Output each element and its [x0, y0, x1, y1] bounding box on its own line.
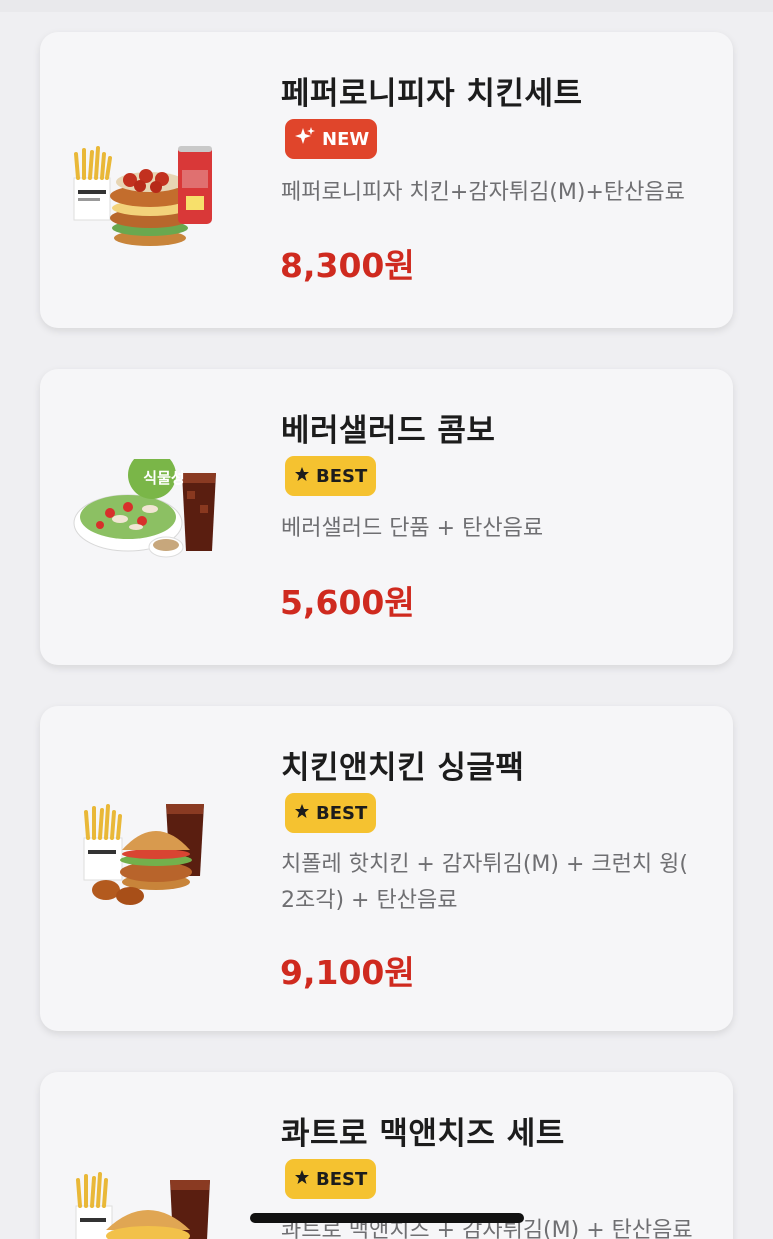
- quattro-mac-and-cheese-set-image: [75, 1172, 210, 1239]
- best-badge: BEST: [285, 1159, 376, 1199]
- plant-based-tag: 식물성: [136, 467, 192, 488]
- menu-item-price: 9,100원: [280, 953, 415, 992]
- menu-item-description: 베러샐러드 단품 + 탄산음료: [281, 516, 544, 541]
- menu-item-title: 콰트로 맥앤치즈 세트: [281, 1116, 565, 1152]
- plant-based-tag-label: 식물성: [143, 469, 185, 487]
- star-icon: [294, 803, 310, 824]
- pepperoni-pizza-chicken-set-image: [73, 146, 212, 246]
- menu-item-title: 베러샐러드 콤보: [281, 413, 496, 449]
- menu-screen: 페퍼로니피자 치킨세트 NEW 페퍼로니피자 치킨+감자튀김(M)+탄산음료 8…: [0, 0, 773, 1239]
- badge-label: NEW: [322, 128, 370, 150]
- menu-card-better-salad-combo[interactable]: 식물성 베러샐러드 콤보 BEST 베러샐러드 단품 + 탄산음료 5,600원: [40, 369, 733, 665]
- badge-label: BEST: [316, 465, 368, 487]
- menu-item-price: 8,300원: [280, 246, 415, 285]
- menu-card-pepperoni-pizza-chicken-set[interactable]: 페퍼로니피자 치킨세트 NEW 페퍼로니피자 치킨+감자튀김(M)+탄산음료 8…: [40, 32, 733, 328]
- home-indicator[interactable]: [250, 1213, 524, 1223]
- sparkle-icon: [294, 126, 316, 153]
- menu-item-price: 5,600원: [280, 583, 415, 622]
- star-icon: [294, 1169, 310, 1190]
- top-edge: [0, 0, 773, 12]
- badge-label: BEST: [316, 802, 368, 824]
- menu-card-chicken-and-chicken-single-pack[interactable]: 치킨앤치킨 싱글팩 BEST 치폴레 핫치킨 + 감자튀김(M) + 크런치 윙…: [40, 706, 733, 1031]
- star-icon: [294, 466, 310, 487]
- menu-item-description: 치폴레 핫치킨 + 감자튀김(M) + 크런치 윙( 2조각) + 탄산음료: [281, 852, 688, 913]
- new-badge: NEW: [285, 119, 377, 159]
- menu-item-title: 페퍼로니피자 치킨세트: [281, 76, 583, 112]
- menu-item-title: 치킨앤치킨 싱글팩: [281, 750, 525, 786]
- best-badge: BEST: [285, 793, 376, 833]
- badge-label: BEST: [316, 1168, 368, 1190]
- menu-item-description: 페퍼로니피자 치킨+감자튀김(M)+탄산음료: [281, 180, 685, 205]
- best-badge: BEST: [285, 456, 376, 496]
- chicken-and-chicken-single-pack-image: [83, 804, 204, 905]
